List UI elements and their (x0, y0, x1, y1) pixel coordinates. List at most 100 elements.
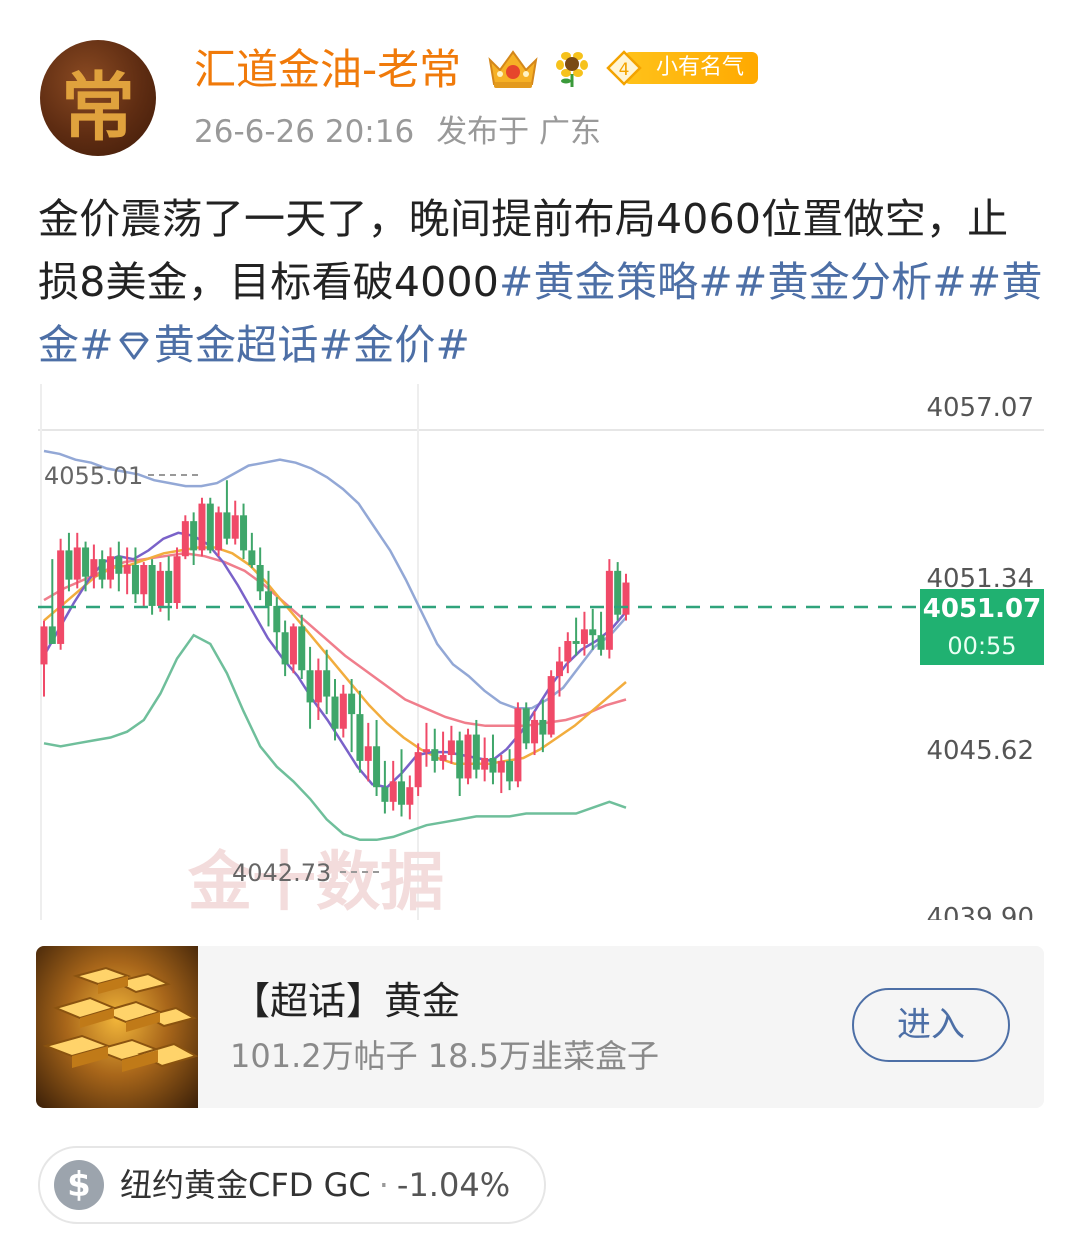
diamond-icon (119, 332, 149, 360)
candle-body (298, 626, 306, 671)
stock-separator: · (378, 1166, 389, 1204)
candle-body (256, 565, 264, 592)
low-price-label: 4042.73 (232, 859, 331, 887)
candle-body (555, 661, 563, 677)
candle-body (497, 760, 505, 773)
candle-body (206, 503, 214, 551)
avatar-glyph: 常 (61, 65, 135, 151)
candle-body (289, 626, 297, 665)
candle-body (439, 755, 447, 761)
candle-body (339, 693, 347, 729)
super-topic-card[interactable]: 【超话】黄金 101.2万帖子 18.5万韭菜盒子 进入 (36, 946, 1044, 1108)
candle-body (356, 714, 364, 761)
post-location: 发布于 广东 (436, 114, 602, 150)
gold-bars-icon (42, 966, 199, 1072)
candle-body (215, 512, 223, 551)
high-price-label: 4055.01 (44, 462, 143, 490)
enter-topic-button[interactable]: 进入 (852, 988, 1010, 1062)
candle-body (90, 559, 98, 577)
candle-body (48, 626, 56, 644)
candle-body (406, 787, 414, 805)
candle-body (348, 693, 356, 715)
topic-stats: 101.2万帖子 18.5万韭菜盒子 (230, 1037, 660, 1075)
candle-body (198, 503, 206, 551)
candle-body (489, 757, 497, 773)
level-diamond-icon: 4 (606, 50, 642, 86)
candle-body (531, 719, 539, 744)
price-chart[interactable]: 金十数据 4057.07 4051.34 4045.62 4039.90 405… (38, 384, 1044, 920)
hashtag-gold-price[interactable]: #金价# (319, 321, 471, 369)
candle-body (522, 708, 530, 744)
post-meta: 26-6-26 20:16 发布于 广东 (194, 108, 601, 156)
chart-indicator-lines (42, 449, 627, 842)
candle-body (281, 632, 289, 665)
candle-body (240, 515, 248, 551)
candle-body (389, 781, 397, 802)
chart-candles (40, 480, 630, 820)
candle-body (190, 521, 198, 551)
stock-name: 纽约黄金CFD GC (120, 1166, 371, 1204)
candle-body (181, 521, 189, 557)
candle-body (564, 641, 572, 662)
candle-body (481, 757, 489, 770)
chart-grid (38, 384, 1044, 920)
candle-body (306, 670, 314, 703)
stock-quote-pill[interactable]: $ 纽约黄金CFD GC · -1.04% (38, 1146, 546, 1224)
candle-body (572, 641, 580, 644)
candle-body (140, 565, 148, 595)
level-badge[interactable]: 4 小有名气 (606, 50, 758, 86)
current-price-value: 4051.07 (923, 594, 1041, 624)
hashtag-gold-strategy[interactable]: #黄金策略# (499, 258, 733, 306)
candle-body (580, 629, 588, 644)
candle-body (314, 670, 322, 703)
candle-body (373, 746, 381, 788)
candle-body (605, 570, 613, 650)
candle-body (231, 515, 239, 539)
hashtag-gold-analysis[interactable]: #黄金分析# (733, 258, 967, 306)
candle-body (40, 626, 48, 665)
gold-bars-thumbnail (36, 946, 199, 1108)
candle-body (514, 708, 522, 782)
author-name[interactable]: 汇道金油-老常 (194, 40, 461, 100)
price-axis-label-3: 4045.62 (926, 736, 1034, 766)
candle-body (148, 565, 156, 606)
post-text: 金价震荡了一天了，晚间提前布局4060位置做空，止损8美金，目标看破4000#黄… (38, 188, 1048, 377)
candle-body (431, 749, 439, 761)
price-axis-label-4: 4039.90 (926, 903, 1034, 920)
candle-body (447, 740, 455, 756)
candle-body (589, 629, 597, 636)
super-topic-label: 黄金超话 (153, 321, 319, 369)
candle-body (464, 734, 472, 779)
candle-body (472, 734, 480, 770)
candle-body (165, 570, 173, 604)
candle-body (65, 550, 73, 580)
super-topic-link[interactable]: 黄金超话 (114, 321, 319, 369)
candle-body (381, 787, 389, 802)
candle-body (82, 547, 90, 577)
countdown-value: 00:55 (947, 632, 1016, 660)
topic-title: 【超话】黄金 (232, 979, 461, 1023)
candle-body (57, 550, 65, 644)
sunflower-badge-icon[interactable] (552, 48, 592, 88)
candle-body (248, 550, 256, 566)
candle-body (156, 570, 164, 606)
candle-body (223, 512, 231, 539)
crown-badge-icon[interactable] (486, 46, 540, 92)
candle-body (364, 746, 372, 761)
candle-body (123, 565, 131, 574)
dollar-icon: $ (54, 1160, 104, 1210)
candle-body (597, 635, 605, 650)
candle-body (131, 565, 139, 595)
candle-body (107, 556, 115, 580)
candle-body (547, 676, 555, 735)
candle-body (173, 556, 181, 604)
candle-body (506, 760, 514, 782)
chart-svg: 金十数据 4057.07 4051.34 4045.62 4039.90 405… (38, 384, 1044, 920)
avatar[interactable]: 常 (40, 40, 156, 156)
candle-body (73, 547, 81, 580)
price-axis-label-1: 4057.07 (926, 393, 1034, 423)
stock-change: -1.04% (396, 1166, 511, 1204)
candle-body (456, 740, 464, 779)
candle-body (422, 749, 430, 753)
stock-quote-text: 纽约黄金CFD GC · -1.04% (120, 1148, 510, 1222)
